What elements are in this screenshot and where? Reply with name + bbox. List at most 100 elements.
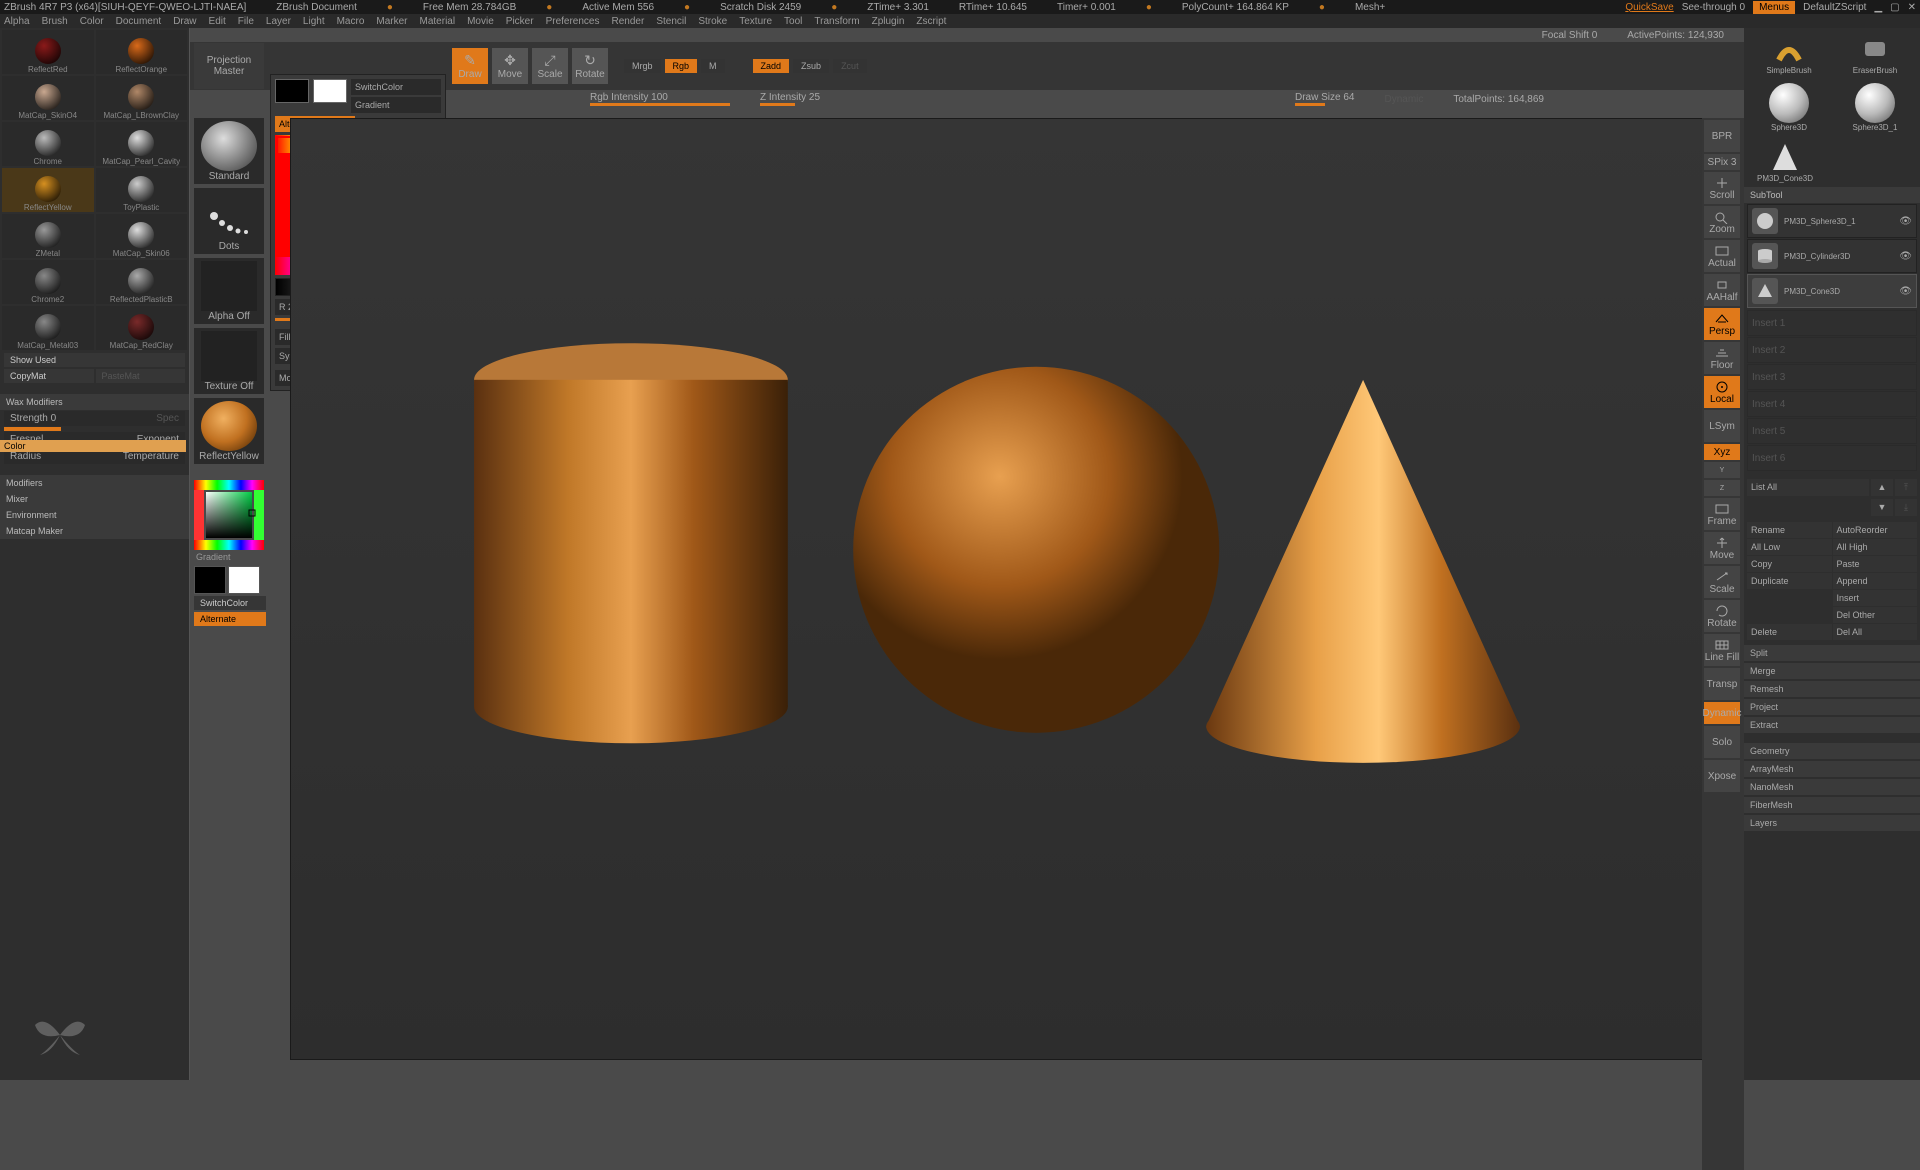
arrow-down-all-icon[interactable]: ⤓	[1895, 499, 1917, 516]
menu-layer[interactable]: Layer	[266, 16, 291, 27]
menu-material[interactable]: Material	[420, 16, 456, 27]
material-reflectred[interactable]: ReflectRed	[2, 30, 94, 74]
menu-picker[interactable]: Picker	[506, 16, 534, 27]
subtool-pm3d_sphere3d_1[interactable]: PM3D_Sphere3D_1👁	[1747, 204, 1917, 238]
visibility-eye-icon[interactable]: 👁	[1899, 216, 1912, 227]
material-chrome[interactable]: Chrome	[2, 122, 94, 166]
material-selector[interactable]: ReflectYellow	[194, 398, 264, 464]
rotate-view-button[interactable]: Rotate	[1704, 600, 1740, 632]
arrow-down-icon[interactable]: ▼	[1871, 499, 1893, 516]
material-zmetal[interactable]: ZMetal	[2, 214, 94, 258]
mini-sec-swatch[interactable]	[194, 566, 226, 594]
del-other-button[interactable]: Del Other	[1833, 607, 1918, 623]
section-fibermesh[interactable]: FiberMesh	[1744, 797, 1920, 813]
menu-texture[interactable]: Texture	[739, 16, 772, 27]
append-button[interactable]: Append	[1833, 573, 1918, 589]
menu-light[interactable]: Light	[303, 16, 325, 27]
visibility-eye-icon[interactable]: 👁	[1899, 286, 1912, 297]
menu-edit[interactable]: Edit	[209, 16, 226, 27]
material-reflectedplasticb[interactable]: ReflectedPlasticB	[96, 260, 188, 304]
primary-color-swatch[interactable]	[313, 79, 347, 103]
zoom-button[interactable]: Zoom	[1704, 206, 1740, 238]
canvas-viewport[interactable]	[290, 118, 1704, 1060]
menu-stroke[interactable]: Stroke	[698, 16, 727, 27]
win-min-icon[interactable]: ▁	[1874, 2, 1882, 13]
section-arraymesh[interactable]: ArrayMesh	[1744, 761, 1920, 777]
projection-master-button[interactable]: ProjectionMaster	[194, 43, 264, 89]
section-extract[interactable]: Extract	[1744, 717, 1920, 733]
material-matcap_lbrownclay[interactable]: MatCap_LBrownClay	[96, 76, 188, 120]
wax-modifiers-header[interactable]: Wax Modifiers	[0, 394, 189, 410]
menu-render[interactable]: Render	[612, 16, 645, 27]
subtool-header[interactable]: SubTool	[1744, 187, 1920, 203]
xpose-button[interactable]: Xpose	[1704, 760, 1740, 792]
switchcolor-button[interactable]: SwitchColor	[351, 79, 441, 95]
tool-simplebrush[interactable]: SimpleBrush	[1762, 32, 1816, 75]
mini-switchcolor[interactable]: SwitchColor	[194, 596, 266, 610]
mini-alternate[interactable]: Alternate	[194, 612, 266, 626]
menu-preferences[interactable]: Preferences	[546, 16, 600, 27]
draw-mode-button[interactable]: ✎Draw	[452, 48, 488, 84]
rename-button[interactable]: Rename	[1747, 522, 1832, 538]
quicksave-button[interactable]: QuickSave	[1625, 2, 1673, 13]
tool-eraserbrush[interactable]: EraserBrush	[1848, 32, 1902, 75]
arrow-up-icon[interactable]: ▲	[1871, 479, 1893, 496]
frame-button[interactable]: Frame	[1704, 498, 1740, 530]
copy-button[interactable]: Copy	[1747, 556, 1832, 572]
scale-view-button[interactable]: Scale	[1704, 566, 1740, 598]
material-matcap_redclay[interactable]: MatCap_RedClay	[96, 306, 188, 350]
axis-y-icon[interactable]: Y	[1704, 462, 1740, 478]
dynamic-button[interactable]: Dynamic	[1704, 702, 1740, 724]
menu-alpha[interactable]: Alpha	[4, 16, 30, 27]
gradient-button[interactable]: Gradient	[351, 97, 441, 113]
solo-button[interactable]: Solo	[1704, 726, 1740, 758]
tool-sphere3d[interactable]: Sphere3D	[1762, 83, 1816, 132]
section-geometry[interactable]: Geometry	[1744, 743, 1920, 759]
zsub-toggle[interactable]: Zsub	[793, 59, 829, 73]
persp-button[interactable]: Persp	[1704, 308, 1740, 340]
secondary-color-swatch[interactable]	[275, 79, 309, 103]
material-reflectorange[interactable]: ReflectOrange	[96, 30, 188, 74]
scale-mode-button[interactable]: ⤢Scale	[532, 48, 568, 84]
texture-selector[interactable]: Texture Off	[194, 328, 264, 394]
section-split[interactable]: Split	[1744, 645, 1920, 661]
m-toggle[interactable]: M	[701, 59, 725, 73]
floor-button[interactable]: Floor	[1704, 342, 1740, 374]
material-toyplastic[interactable]: ToyPlastic	[96, 168, 188, 212]
menu-draw[interactable]: Draw	[173, 16, 196, 27]
all-low-button[interactable]: All Low	[1747, 539, 1832, 555]
axis-z-icon[interactable]: Z	[1704, 480, 1740, 496]
color-section-header[interactable]: Color	[0, 440, 186, 452]
mini-pri-swatch[interactable]	[228, 566, 260, 594]
menu-transform[interactable]: Transform	[814, 16, 859, 27]
rotate-mode-button[interactable]: ↻Rotate	[572, 48, 608, 84]
material-matcap_metal03[interactable]: MatCap_Metal03	[2, 306, 94, 350]
del-all-button[interactable]: Del All	[1833, 624, 1918, 640]
autoreorder-button[interactable]: AutoReorder	[1833, 522, 1918, 538]
section-nanomesh[interactable]: NanoMesh	[1744, 779, 1920, 795]
move-mode-button[interactable]: ✥Move	[492, 48, 528, 84]
menu-color[interactable]: Color	[80, 16, 104, 27]
all-high-button[interactable]: All High	[1833, 539, 1918, 555]
section-merge[interactable]: Merge	[1744, 663, 1920, 679]
tool-sphere3d-1[interactable]: Sphere3D_1	[1848, 83, 1902, 132]
copymat-button[interactable]: CopyMat	[4, 369, 94, 383]
material-chrome2[interactable]: Chrome2	[2, 260, 94, 304]
paste-button[interactable]: Paste	[1833, 556, 1918, 572]
local-button[interactable]: Local	[1704, 376, 1740, 408]
material-matcap_skin06[interactable]: MatCap_Skin06	[96, 214, 188, 258]
section-mixer[interactable]: Mixer	[0, 491, 189, 507]
list-all-button[interactable]: List All	[1747, 479, 1869, 496]
spix-slider[interactable]: SPix 3	[1704, 154, 1740, 170]
move-view-button[interactable]: Move	[1704, 532, 1740, 564]
section-project[interactable]: Project	[1744, 699, 1920, 715]
zadd-toggle[interactable]: Zadd	[753, 59, 790, 73]
section-modifiers[interactable]: Modifiers	[0, 475, 189, 491]
insert-button[interactable]: Insert	[1833, 590, 1918, 606]
bpr-button[interactable]: BPR	[1704, 120, 1740, 152]
xyz-button[interactable]: Xyz	[1704, 444, 1740, 460]
section-matcap-maker[interactable]: Matcap Maker	[0, 523, 189, 539]
menu-movie[interactable]: Movie	[467, 16, 494, 27]
delete-button[interactable]: Delete	[1747, 624, 1832, 640]
section-environment[interactable]: Environment	[0, 507, 189, 523]
